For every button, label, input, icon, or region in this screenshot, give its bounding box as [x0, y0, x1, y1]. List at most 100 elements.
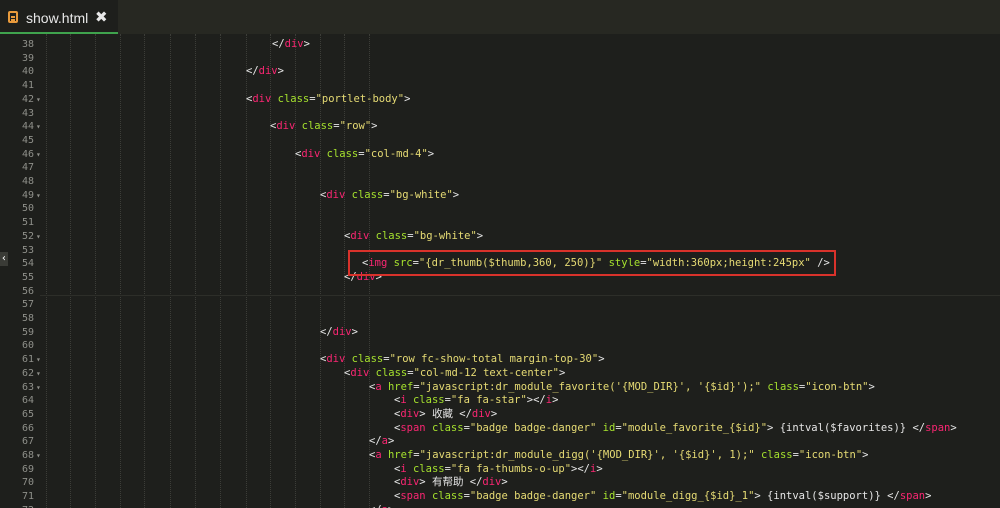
code-line: </div>	[320, 326, 358, 340]
indent-guide	[144, 34, 145, 508]
code-token: id	[602, 490, 616, 503]
tab-show-html[interactable]: show.html ✖	[0, 0, 118, 34]
code-token: class	[277, 92, 310, 105]
code-token: "icon-btn"	[805, 380, 869, 393]
line-number: 65	[21, 408, 34, 420]
fold-toggle-icon[interactable]: ▾	[36, 367, 41, 381]
code-token: "badge badge-danger"	[469, 490, 597, 503]
line-number: 38	[21, 39, 34, 50]
code-token: >	[277, 65, 284, 78]
code-line: <div class="row fc-show-total margin-top…	[320, 353, 605, 367]
line-number: 58	[21, 313, 34, 324]
line-number: 59	[21, 326, 34, 338]
code-line: <span class="badge badge-danger" id="mod…	[394, 422, 957, 436]
fold-toggle-icon[interactable]: ▾	[36, 353, 41, 367]
line-number: 47	[21, 162, 34, 174]
code-token: </	[246, 65, 259, 78]
code-token: >	[558, 366, 566, 379]
code-token: "bg-white"	[413, 229, 477, 242]
line-number: 66	[21, 422, 34, 434]
line-number: 67	[21, 436, 34, 448]
code-token: </	[369, 435, 382, 448]
fold-toggle-icon[interactable]: ▾	[36, 93, 41, 107]
code-token: </	[320, 325, 333, 338]
code-line: <div> 有帮助 </div>	[394, 476, 508, 490]
code-line: <div class="col-md-4">	[295, 148, 434, 162]
code-line: </a>	[369, 435, 394, 449]
line-number: 40	[21, 66, 34, 78]
indent-guide	[120, 34, 121, 508]
line-number: 71	[21, 491, 34, 503]
code-token: >	[552, 394, 559, 407]
indent-guide	[195, 34, 196, 508]
code-token: "row fc-show-total margin-top-30"	[389, 353, 599, 366]
code-token: class	[412, 394, 445, 407]
code-token: span	[400, 421, 426, 434]
fold-toggle-icon[interactable]: ▾	[36, 148, 41, 162]
line-number: 44	[21, 121, 34, 133]
code-line: <span class="badge badge-danger" id="mod…	[394, 490, 931, 504]
fold-toggle-icon[interactable]: ▾	[36, 120, 41, 134]
code-token: "javascript:dr_module_digg('{MOD_DIR}', …	[419, 449, 755, 461]
code-token: "row"	[339, 120, 372, 133]
code-token: href	[387, 380, 414, 393]
code-line: <div class="bg-white">	[320, 189, 459, 203]
code-token: >	[598, 353, 605, 366]
code-token: class	[767, 380, 799, 393]
code-token: class	[375, 229, 408, 242]
code-token: div	[332, 325, 352, 338]
code-token: div	[258, 65, 278, 78]
fold-toggle-icon[interactable]: ▾	[36, 189, 41, 203]
code-token: > {intval($favorites)} </	[767, 421, 926, 434]
chevron-left-icon[interactable]: ‹	[0, 252, 8, 266]
code-token: span	[899, 490, 926, 503]
fold-toggle-icon[interactable]: ▾	[36, 230, 41, 244]
code-token: "fa fa-thumbs-o-up"	[450, 462, 572, 475]
code-token: class	[301, 120, 334, 133]
code-line: <div> 收藏 </div>	[394, 408, 497, 422]
code-token: "icon-btn"	[798, 449, 863, 461]
code-token: > {intval($support)} </	[754, 490, 900, 503]
line-number: 51	[21, 217, 34, 229]
code-token: div	[350, 366, 370, 379]
code-line: </div>	[246, 65, 284, 79]
code-token: div	[400, 476, 420, 489]
line-number: 48	[21, 176, 34, 187]
code-token: >	[303, 38, 310, 50]
code-token: > 有帮助 </	[419, 476, 483, 489]
code-token: div	[301, 147, 321, 160]
code-line: <div class="bg-white">	[344, 230, 483, 244]
code-token: class	[375, 366, 408, 379]
code-token: ></	[571, 462, 590, 475]
code-line: </div>	[272, 38, 310, 52]
code-token: class	[351, 353, 384, 366]
code-token: >	[476, 229, 484, 242]
code-line: </a>	[369, 504, 394, 508]
code-token: > 收藏 </	[419, 407, 472, 420]
code-token: href	[387, 449, 414, 461]
code-token: >	[925, 490, 932, 503]
line-number: 45	[21, 134, 34, 146]
line-number: 52	[21, 230, 34, 242]
line-number: 64	[21, 395, 34, 407]
code-token: </	[369, 504, 382, 508]
line-number: 50	[21, 203, 34, 215]
tab-bar: show.html ✖	[0, 0, 1000, 34]
code-token: ></	[526, 394, 546, 407]
fold-toggle-icon[interactable]: ▾	[36, 449, 41, 463]
fold-toggle-icon[interactable]: ▾	[36, 381, 41, 395]
indent-guide	[170, 34, 171, 508]
code-token: "fa fa-star"	[450, 394, 527, 407]
code-token: >	[868, 380, 875, 393]
code-token: >	[596, 462, 603, 475]
code-token: >	[452, 188, 460, 201]
line-number: 70	[21, 477, 34, 489]
close-icon[interactable]: ✖	[95, 8, 108, 26]
code-line: <div class="col-md-12 text-center">	[344, 367, 565, 381]
code-token: </	[272, 38, 285, 50]
code-token: span	[925, 421, 951, 434]
line-number: 72	[0, 504, 34, 508]
code-token: >	[950, 421, 957, 434]
code-token: >	[387, 435, 395, 448]
code-token: >	[862, 449, 869, 461]
